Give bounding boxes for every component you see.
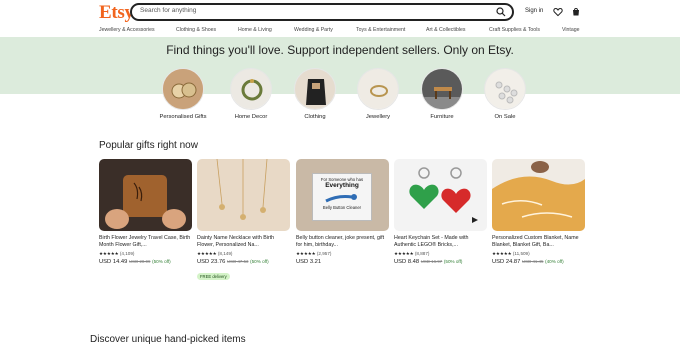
product-title[interactable]: Belly button cleaner, joke present, gift… [296,235,389,249]
cart-icon[interactable] [571,7,581,17]
review-count: (4,109) [119,251,135,256]
belly-button-brush-icon [325,194,357,203]
star-rating-icon: ★★★★★ [492,251,512,256]
category-label: Clothing [304,114,326,120]
product-title[interactable]: Heart Keychain Set - Made with Authentic… [394,235,487,249]
hero-title: Find things you'll love. Support indepen… [166,43,514,57]
category-label: Home Decor [234,114,268,120]
product-card-sign: For Someone who has Everything Belly But… [312,173,372,221]
original-price: USD 47.53 [226,259,249,264]
nav-item-craft[interactable]: Craft Supplies & Tools [489,27,540,33]
original-price: USD 28.99 [128,259,151,264]
product-card[interactable]: Birth Flower Jewelry Travel Case, Birth … [99,159,192,265]
product-card[interactable]: Heart Keychain Set - Made with Authentic… [394,159,487,265]
nav-item-home[interactable]: Home & Living [238,27,272,33]
sale-price: USD 14.49 [99,259,128,265]
product-image[interactable]: For Someone who has Everything Belly But… [296,159,389,231]
product-rating: ★★★★★ (8,149) [197,251,290,257]
nav-item-toys[interactable]: Toys & Entertainment [356,27,405,33]
sale-price: USD 24.87 [492,259,521,265]
category-nav: Jewellery & Accessories Clothing & Shoes… [0,25,680,37]
product-image[interactable] [394,159,487,231]
popular-gifts-heading: Popular gifts right now [99,140,198,151]
category-furniture[interactable]: Furniture [410,68,474,120]
nav-item-jewellery[interactable]: Jewellery & Accessories [99,27,155,33]
product-rating: ★★★★★ (4,109) [99,251,192,257]
nav-item-wedding[interactable]: Wedding & Party [294,27,333,33]
discover-heading: Discover unique hand-picked items [90,334,246,345]
star-rating-icon: ★★★★★ [99,251,119,256]
sale-price: USD 23.76 [197,259,226,265]
product-rating: ★★★★★ (11,509) [492,251,585,257]
nav-item-art[interactable]: Art & Collectibles [426,27,466,33]
category-label: Furniture [430,114,454,120]
product-card[interactable]: For Someone who has Everything Belly But… [296,159,389,265]
sale-price: USD 8.48 [394,259,420,265]
category-image [162,68,204,110]
product-image[interactable] [492,159,585,231]
category-jewellery[interactable]: Jewellery [346,68,410,120]
star-rating-icon: ★★★★★ [197,251,217,256]
category-image [230,68,272,110]
product-image[interactable] [197,159,290,231]
sign-in-link[interactable]: Sign in [525,8,543,14]
discount: (40% off) [545,259,564,264]
product-price: USD 3.21 [296,259,389,265]
category-label: Personalised Gifts [159,114,207,120]
product-price: USD 24.87 USD 41.45 (40% off) [492,259,585,265]
search-icon[interactable] [496,7,506,17]
star-rating-icon: ★★★★★ [394,251,414,256]
product-title[interactable]: Personalized Custom Blanket, Name Blanke… [492,235,585,249]
search-input[interactable]: Search for anything [140,7,196,14]
discount: (50% off) [250,259,269,264]
product-image[interactable] [99,159,192,231]
star-rating-icon: ★★★★★ [296,251,316,256]
category-clothing[interactable]: Clothing [283,68,347,120]
product-card[interactable]: Personalized Custom Blanket, Name Blanke… [492,159,585,265]
product-price: USD 23.76 USD 47.53 (50% off) [197,259,290,265]
category-image [294,68,336,110]
product-title[interactable]: Birth Flower Jewelry Travel Case, Birth … [99,235,192,249]
nav-item-vintage[interactable]: Vintage [562,27,580,33]
product-card[interactable]: Dainty Name Necklace with Birth Flower, … [197,159,290,283]
category-label: Jewellery [365,114,391,120]
category-home-decor[interactable]: Home Decor [219,68,283,120]
category-personalised-gifts[interactable]: Personalised Gifts [151,68,215,120]
search-bar[interactable]: Search for anything [130,3,514,21]
product-price: USD 8.48 USD 16.97 (50% off) [394,259,487,265]
category-on-sale[interactable]: On Sale [473,68,537,120]
nav-item-clothing[interactable]: Clothing & Shoes [176,27,216,33]
discount: (50% off) [152,259,171,264]
category-image [421,68,463,110]
review-count: (8,887) [414,251,430,256]
category-image [357,68,399,110]
product-rating: ★★★★★ (8,887) [394,251,487,257]
original-price: USD 16.97 [420,259,443,264]
category-label: On Sale [494,114,516,120]
favorites-heart-icon[interactable] [553,7,563,17]
product-rating: ★★★★★ (2,957) [296,251,389,257]
category-image [484,68,526,110]
review-count: (8,149) [217,251,233,256]
product-card-text: Everything [325,182,359,189]
product-title[interactable]: Dainty Name Necklace with Birth Flower, … [197,235,290,249]
review-count: (2,957) [316,251,332,256]
etsy-logo[interactable]: Etsy [99,2,134,24]
discount: (50% off) [443,259,463,264]
review-count: (11,509) [512,251,530,256]
product-card-text: Belly Button Cleaner [322,205,362,210]
free-delivery-badge: FREE delivery [197,273,230,280]
product-price: USD 14.49 USD 28.99 (50% off) [99,259,192,265]
original-price: USD 41.45 [521,259,544,264]
sale-price: USD 3.21 [296,259,322,265]
